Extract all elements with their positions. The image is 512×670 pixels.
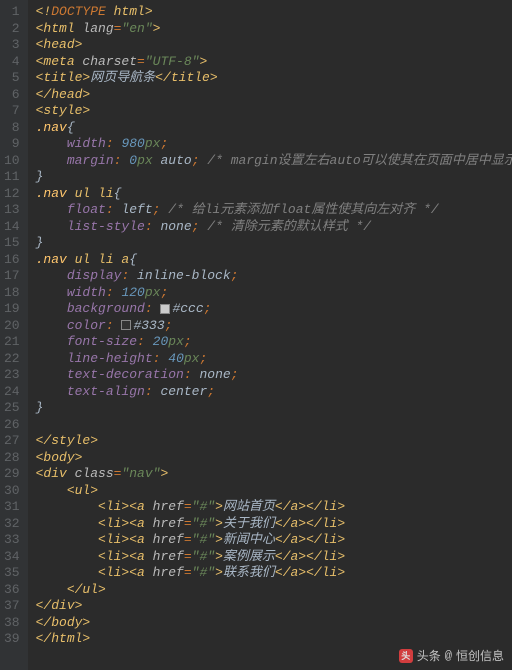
line-number: 1 bbox=[4, 4, 20, 21]
line-number: 22 bbox=[4, 351, 20, 368]
watermark: 头 头条 @ 恒创信息 bbox=[399, 647, 504, 664]
code-line: color: #333; bbox=[36, 318, 512, 335]
code-line: text-decoration: none; bbox=[36, 367, 512, 384]
line-number: 27 bbox=[4, 433, 20, 450]
line-number: 3 bbox=[4, 37, 20, 54]
code-line: <ul> bbox=[36, 483, 512, 500]
code-line: </head> bbox=[36, 87, 512, 104]
code-line: <!DOCTYPE html> bbox=[36, 4, 512, 21]
code-line: <title>网页导航条</title> bbox=[36, 70, 512, 87]
code-line: width: 120px; bbox=[36, 285, 512, 302]
line-number: 11 bbox=[4, 169, 20, 186]
line-number: 30 bbox=[4, 483, 20, 500]
line-number: 9 bbox=[4, 136, 20, 153]
code-line: text-align: center; bbox=[36, 384, 512, 401]
line-number: 32 bbox=[4, 516, 20, 533]
code-line: </html> bbox=[36, 631, 512, 648]
code-line: <li><a href="#">关于我们</a></li> bbox=[36, 516, 512, 533]
line-number: 38 bbox=[4, 615, 20, 632]
code-line: font-size: 20px; bbox=[36, 334, 512, 351]
line-number: 25 bbox=[4, 400, 20, 417]
line-number: 19 bbox=[4, 301, 20, 318]
line-number: 6 bbox=[4, 87, 20, 104]
code-line: background: #ccc; bbox=[36, 301, 512, 318]
line-number-gutter: 1234567891011121314151617181920212223242… bbox=[0, 0, 28, 670]
line-number: 18 bbox=[4, 285, 20, 302]
code-line: .nav{ bbox=[36, 120, 512, 137]
line-number: 17 bbox=[4, 268, 20, 285]
line-number: 33 bbox=[4, 532, 20, 549]
line-number: 7 bbox=[4, 103, 20, 120]
code-area[interactable]: <!DOCTYPE html><html lang="en"><head><me… bbox=[28, 0, 512, 670]
line-number: 21 bbox=[4, 334, 20, 351]
code-line: line-height: 40px; bbox=[36, 351, 512, 368]
code-line: } bbox=[36, 235, 512, 252]
code-editor: 1234567891011121314151617181920212223242… bbox=[0, 0, 512, 670]
line-number: 37 bbox=[4, 598, 20, 615]
line-number: 24 bbox=[4, 384, 20, 401]
line-number: 14 bbox=[4, 219, 20, 236]
line-number: 34 bbox=[4, 549, 20, 566]
code-line: } bbox=[36, 400, 512, 417]
line-number: 20 bbox=[4, 318, 20, 335]
code-line: </div> bbox=[36, 598, 512, 615]
code-line: <li><a href="#">网站首页</a></li> bbox=[36, 499, 512, 516]
line-number: 15 bbox=[4, 235, 20, 252]
line-number: 13 bbox=[4, 202, 20, 219]
code-line: .nav ul li{ bbox=[36, 186, 512, 203]
code-line: margin: 0px auto; /* margin设置左右auto可以使其在… bbox=[36, 153, 512, 170]
line-number: 28 bbox=[4, 450, 20, 467]
watermark-at: @ bbox=[445, 649, 452, 663]
line-number: 8 bbox=[4, 120, 20, 137]
code-line: <li><a href="#">联系我们</a></li> bbox=[36, 565, 512, 582]
code-line: width: 980px; bbox=[36, 136, 512, 153]
code-line bbox=[36, 417, 512, 434]
code-line: .nav ul li a{ bbox=[36, 252, 512, 269]
code-line: <li><a href="#">新闻中心</a></li> bbox=[36, 532, 512, 549]
line-number: 36 bbox=[4, 582, 20, 599]
line-number: 39 bbox=[4, 631, 20, 648]
code-line: <li><a href="#">案例展示</a></li> bbox=[36, 549, 512, 566]
code-line: </body> bbox=[36, 615, 512, 632]
code-line: </ul> bbox=[36, 582, 512, 599]
line-number: 26 bbox=[4, 417, 20, 434]
line-number: 5 bbox=[4, 70, 20, 87]
line-number: 12 bbox=[4, 186, 20, 203]
line-number: 4 bbox=[4, 54, 20, 71]
line-number: 23 bbox=[4, 367, 20, 384]
code-line: <head> bbox=[36, 37, 512, 54]
code-line: float: left; /* 给li元素添加float属性使其向左对齐 */ bbox=[36, 202, 512, 219]
line-number: 2 bbox=[4, 21, 20, 38]
code-line: } bbox=[36, 169, 512, 186]
code-line: display: inline-block; bbox=[36, 268, 512, 285]
toutiao-logo-icon: 头 bbox=[399, 649, 413, 663]
code-line: list-style: none; /* 清除元素的默认样式 */ bbox=[36, 219, 512, 236]
code-line: <html lang="en"> bbox=[36, 21, 512, 38]
line-number: 16 bbox=[4, 252, 20, 269]
code-line: <body> bbox=[36, 450, 512, 467]
line-number: 29 bbox=[4, 466, 20, 483]
code-line: <meta charset="UTF-8"> bbox=[36, 54, 512, 71]
code-line: <div class="nav"> bbox=[36, 466, 512, 483]
line-number: 10 bbox=[4, 153, 20, 170]
watermark-name: 恒创信息 bbox=[456, 647, 504, 664]
code-line: <style> bbox=[36, 103, 512, 120]
line-number: 35 bbox=[4, 565, 20, 582]
code-line: </style> bbox=[36, 433, 512, 450]
line-number: 31 bbox=[4, 499, 20, 516]
watermark-prefix: 头条 bbox=[417, 647, 441, 664]
